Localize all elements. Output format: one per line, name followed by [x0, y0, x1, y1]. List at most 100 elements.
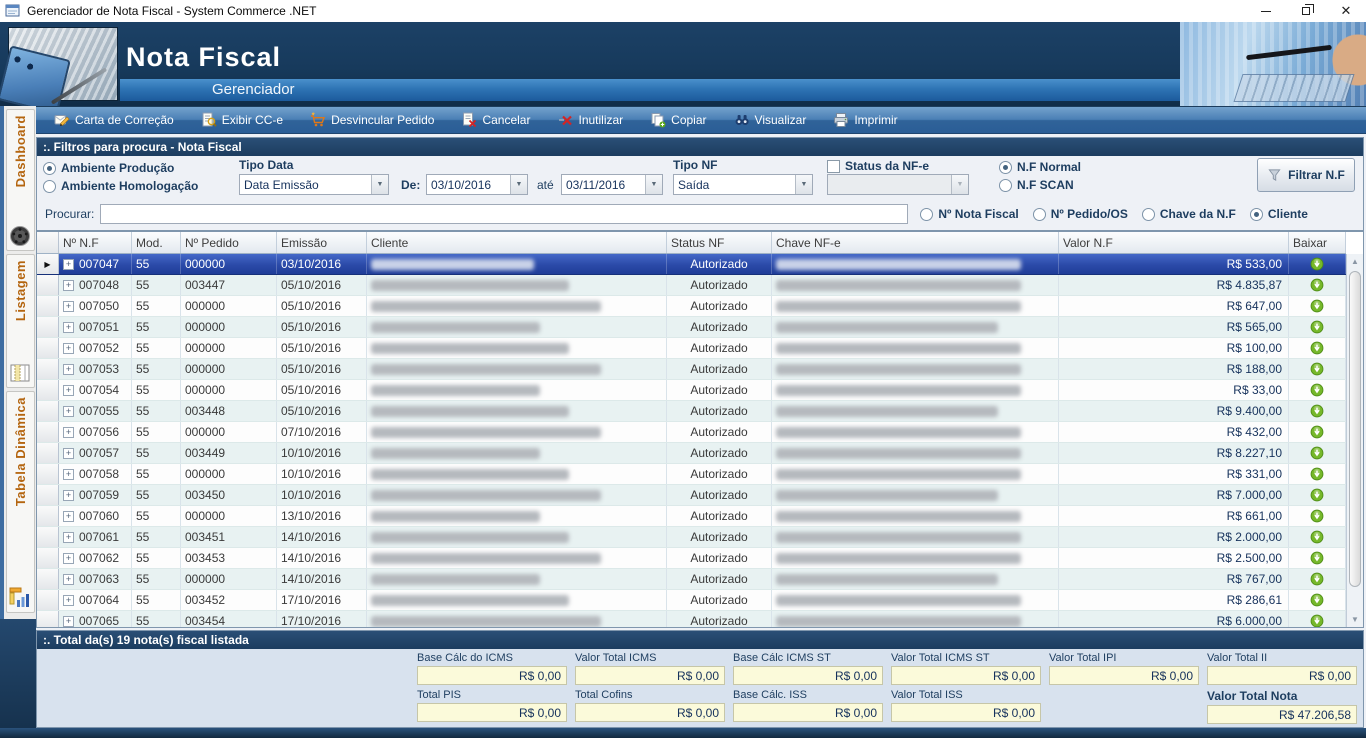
download-icon[interactable]	[1310, 404, 1324, 418]
search-by-radio-n-pedido-os[interactable]: Nº Pedido/OS	[1033, 207, 1128, 221]
download-icon[interactable]	[1310, 299, 1324, 313]
table-row[interactable]: +0070625500345314/10/2016AutorizadoR$ 2.…	[37, 548, 1346, 569]
expand-plus-icon[interactable]: +	[63, 490, 74, 501]
download-icon[interactable]	[1310, 593, 1324, 607]
table-row[interactable]: +0070525500000005/10/2016AutorizadoR$ 10…	[37, 338, 1346, 359]
expand-plus-icon[interactable]: +	[63, 595, 74, 606]
tipo-nf-select[interactable]: Saída ▼	[673, 174, 813, 195]
download-icon[interactable]	[1310, 278, 1324, 292]
scroll-down-arrow-icon[interactable]: ▼	[1347, 612, 1363, 627]
expand-plus-icon[interactable]: +	[63, 280, 74, 291]
grid-header-emiss-o[interactable]: Emissão	[277, 232, 367, 253]
row-marker-cell	[37, 506, 59, 526]
grid-header-baixar[interactable]: Baixar	[1289, 232, 1346, 253]
restore-button[interactable]	[1286, 0, 1326, 22]
table-row[interactable]: +0070595500345010/10/2016AutorizadoR$ 7.…	[37, 485, 1346, 506]
toolbar-button-copiar[interactable]: Copiar	[650, 112, 706, 128]
expand-plus-icon[interactable]: +	[63, 427, 74, 438]
grid-header-n-pedido[interactable]: Nº Pedido	[181, 232, 277, 253]
expand-plus-icon[interactable]: +	[63, 301, 74, 312]
table-row[interactable]: +0070515500000005/10/2016AutorizadoR$ 56…	[37, 317, 1346, 338]
expand-plus-icon[interactable]: +	[63, 448, 74, 459]
download-icon[interactable]	[1310, 614, 1324, 628]
table-row[interactable]: +0070645500345217/10/2016AutorizadoR$ 28…	[37, 590, 1346, 611]
table-row[interactable]: +0070535500000005/10/2016AutorizadoR$ 18…	[37, 359, 1346, 380]
sidebar-tab-dashboard[interactable]: Dashboard	[6, 109, 35, 251]
minimize-button[interactable]	[1246, 0, 1286, 22]
search-by-radio-cliente[interactable]: Cliente	[1250, 207, 1308, 221]
sidebar-tab-tabela-dinamica[interactable]: Tabela Dinâmica	[6, 391, 35, 613]
expand-plus-icon[interactable]: +	[63, 364, 74, 375]
total-field-label: Base Cálc do ICMS	[417, 652, 567, 664]
procurar-input[interactable]	[100, 204, 908, 224]
grid-header-cliente[interactable]: Cliente	[367, 232, 667, 253]
grid-header-valor-n-f[interactable]: Valor N.F	[1059, 232, 1289, 253]
download-icon[interactable]	[1310, 362, 1324, 376]
expand-plus-icon[interactable]: +	[63, 406, 74, 417]
expand-plus-icon[interactable]: +	[63, 532, 74, 543]
ambiente-radio-ambiente-produ-o[interactable]: Ambiente Produção	[43, 161, 198, 175]
filtrar-nf-button[interactable]: Filtrar N.F	[1257, 158, 1355, 192]
download-icon[interactable]	[1310, 425, 1324, 439]
table-row[interactable]: ▶+0070475500000003/10/2016AutorizadoR$ 5…	[37, 254, 1346, 275]
download-icon[interactable]	[1310, 551, 1324, 565]
expand-plus-icon[interactable]: +	[63, 322, 74, 333]
status-nfe-checkbox[interactable]: Status da NF-e	[827, 159, 929, 173]
toolbar-button-imprimir[interactable]: Imprimir	[833, 112, 897, 128]
toolbar-button-inutilizar[interactable]: Inutilizar	[557, 112, 623, 128]
expand-plus-icon[interactable]: +	[63, 616, 74, 627]
toolbar-button-visualizar[interactable]: Visualizar	[734, 112, 807, 128]
toolbar-button-exibir-cce[interactable]: Exibir CC-e	[201, 112, 283, 128]
nf-modo-radio-n-f-scan[interactable]: N.F SCAN	[999, 178, 1081, 192]
download-icon[interactable]	[1310, 488, 1324, 502]
table-row[interactable]: +0070605500000013/10/2016AutorizadoR$ 66…	[37, 506, 1346, 527]
table-row[interactable]: +0070565500000007/10/2016AutorizadoR$ 43…	[37, 422, 1346, 443]
table-row[interactable]: +0070585500000010/10/2016AutorizadoR$ 33…	[37, 464, 1346, 485]
expand-plus-icon[interactable]: +	[63, 259, 74, 270]
data-de-select[interactable]: 03/10/2016 ▼	[426, 174, 528, 195]
toolbar-button-desvincular-pedido[interactable]: Desvincular Pedido	[310, 112, 434, 128]
download-icon[interactable]	[1310, 467, 1324, 481]
expand-plus-icon[interactable]: +	[63, 343, 74, 354]
toolbar-button-cancelar[interactable]: Cancelar	[461, 112, 530, 128]
grid-header-mod-[interactable]: Mod.	[132, 232, 181, 253]
expand-plus-icon[interactable]: +	[63, 469, 74, 480]
download-icon[interactable]	[1310, 257, 1324, 271]
expand-plus-icon[interactable]: +	[63, 511, 74, 522]
table-row[interactable]: +0070545500000005/10/2016AutorizadoR$ 33…	[37, 380, 1346, 401]
download-icon[interactable]	[1310, 572, 1324, 586]
table-row[interactable]: +0070485500344705/10/2016AutorizadoR$ 4.…	[37, 275, 1346, 296]
tipo-data-select[interactable]: Data Emissão ▼	[239, 174, 389, 195]
ambiente-radio-ambiente-homologa-o[interactable]: Ambiente Homologação	[43, 179, 198, 193]
download-icon[interactable]	[1310, 383, 1324, 397]
download-icon[interactable]	[1310, 530, 1324, 544]
expand-plus-icon[interactable]: +	[63, 385, 74, 396]
table-row[interactable]: +0070575500344910/10/2016AutorizadoR$ 8.…	[37, 443, 1346, 464]
nf-modo-radio-n-f-normal[interactable]: N.F Normal	[999, 160, 1081, 174]
scroll-up-arrow-icon[interactable]: ▲	[1347, 254, 1363, 269]
download-icon[interactable]	[1310, 320, 1324, 334]
cell-mod: 55	[132, 254, 181, 274]
data-ate-select[interactable]: 03/11/2016 ▼	[561, 174, 663, 195]
download-icon[interactable]	[1310, 509, 1324, 523]
table-row[interactable]: +0070555500344805/10/2016AutorizadoR$ 9.…	[37, 401, 1346, 422]
vertical-scrollbar[interactable]: ▲ ▼	[1346, 254, 1363, 627]
search-by-radio-chave-da-n-f[interactable]: Chave da N.F	[1142, 207, 1236, 221]
scrollbar-thumb[interactable]	[1349, 271, 1361, 587]
expand-plus-icon[interactable]: +	[63, 553, 74, 564]
table-row[interactable]: +0070615500345114/10/2016AutorizadoR$ 2.…	[37, 527, 1346, 548]
table-row[interactable]: +0070635500000014/10/2016AutorizadoR$ 76…	[37, 569, 1346, 590]
close-button[interactable]: ✕	[1326, 0, 1366, 22]
grid-header-n-n-f[interactable]: Nº N.F	[59, 232, 132, 253]
chevron-down-icon: ▼	[951, 175, 968, 194]
grid-header-chave-nf-e[interactable]: Chave NF-e	[772, 232, 1059, 253]
download-icon[interactable]	[1310, 446, 1324, 460]
toolbar-button-carta-de-correcao[interactable]: Carta de Correção	[54, 112, 174, 128]
table-row[interactable]: +0070505500000005/10/2016AutorizadoR$ 64…	[37, 296, 1346, 317]
table-row[interactable]: +0070655500345417/10/2016AutorizadoR$ 6.…	[37, 611, 1346, 628]
expand-plus-icon[interactable]: +	[63, 574, 74, 585]
search-by-radio-n-nota-fiscal[interactable]: Nº Nota Fiscal	[920, 207, 1018, 221]
sidebar-tab-listagem[interactable]: Listagem	[6, 254, 35, 388]
download-icon[interactable]	[1310, 341, 1324, 355]
grid-header-status-nf[interactable]: Status NF	[667, 232, 772, 253]
